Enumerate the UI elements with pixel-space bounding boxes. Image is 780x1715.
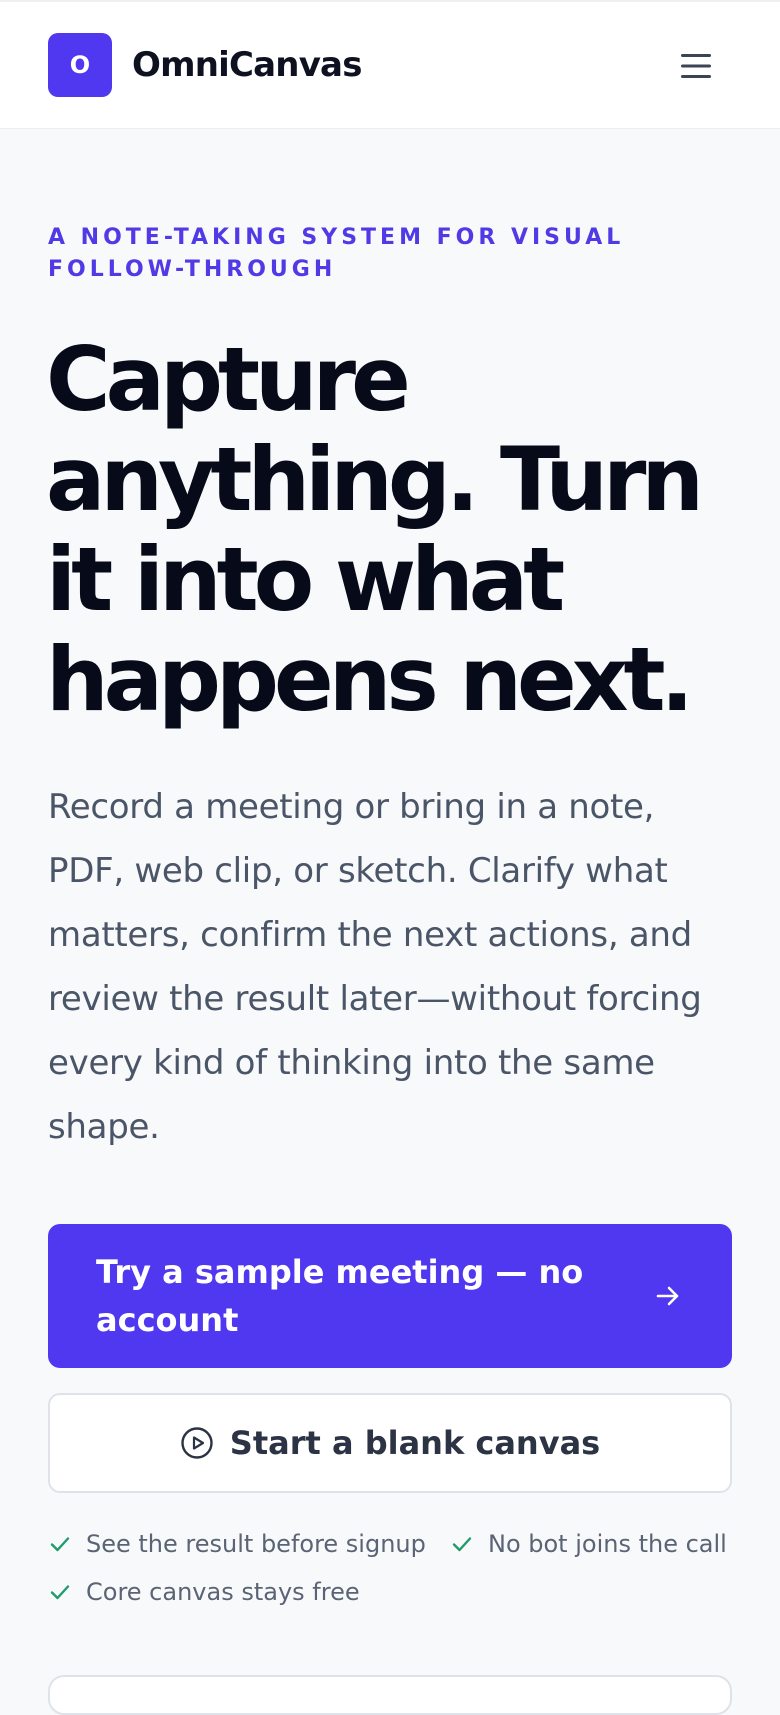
hero-description: Record a meeting or bring in a note, PDF… <box>48 787 702 1147</box>
check-icon <box>50 1585 70 1600</box>
site-header: O OmniCanvas <box>0 0 780 129</box>
logo-mark[interactable]: O <box>48 33 112 97</box>
brand-name[interactable]: OmniCanvas <box>132 44 362 86</box>
perk-label: See the result before signup <box>86 1530 426 1558</box>
hero-eyebrow: A NOTE-TAKING SYSTEM FOR VISUAL FOLLOW-T… <box>48 225 625 282</box>
perk-label: No bot joins the call <box>488 1530 727 1558</box>
primary-button-label: Try a sample meeting — no account <box>96 1253 584 1339</box>
menu-button[interactable] <box>672 46 720 86</box>
perk-label: Core canvas stays free <box>86 1578 360 1606</box>
hero-headline: Capture anything. Turn it into what happ… <box>46 328 704 731</box>
play-circle-icon <box>181 1427 213 1459</box>
check-icon <box>452 1537 472 1552</box>
try-sample-meeting-button[interactable]: Try a sample meeting — no account <box>48 1224 732 1368</box>
arrow-right-icon <box>656 1286 679 1306</box>
check-icon <box>50 1537 70 1552</box>
perk-item: No bot joins the call <box>450 1530 727 1558</box>
perk-item: See the result before signup <box>48 1530 426 1558</box>
start-blank-canvas-button[interactable]: Start a blank canvas <box>48 1393 732 1493</box>
hamburger-menu-icon <box>681 54 711 78</box>
preview-card <box>48 1675 732 1715</box>
perk-item: Core canvas stays free <box>48 1578 360 1606</box>
secondary-button-label: Start a blank canvas <box>229 1424 601 1462</box>
